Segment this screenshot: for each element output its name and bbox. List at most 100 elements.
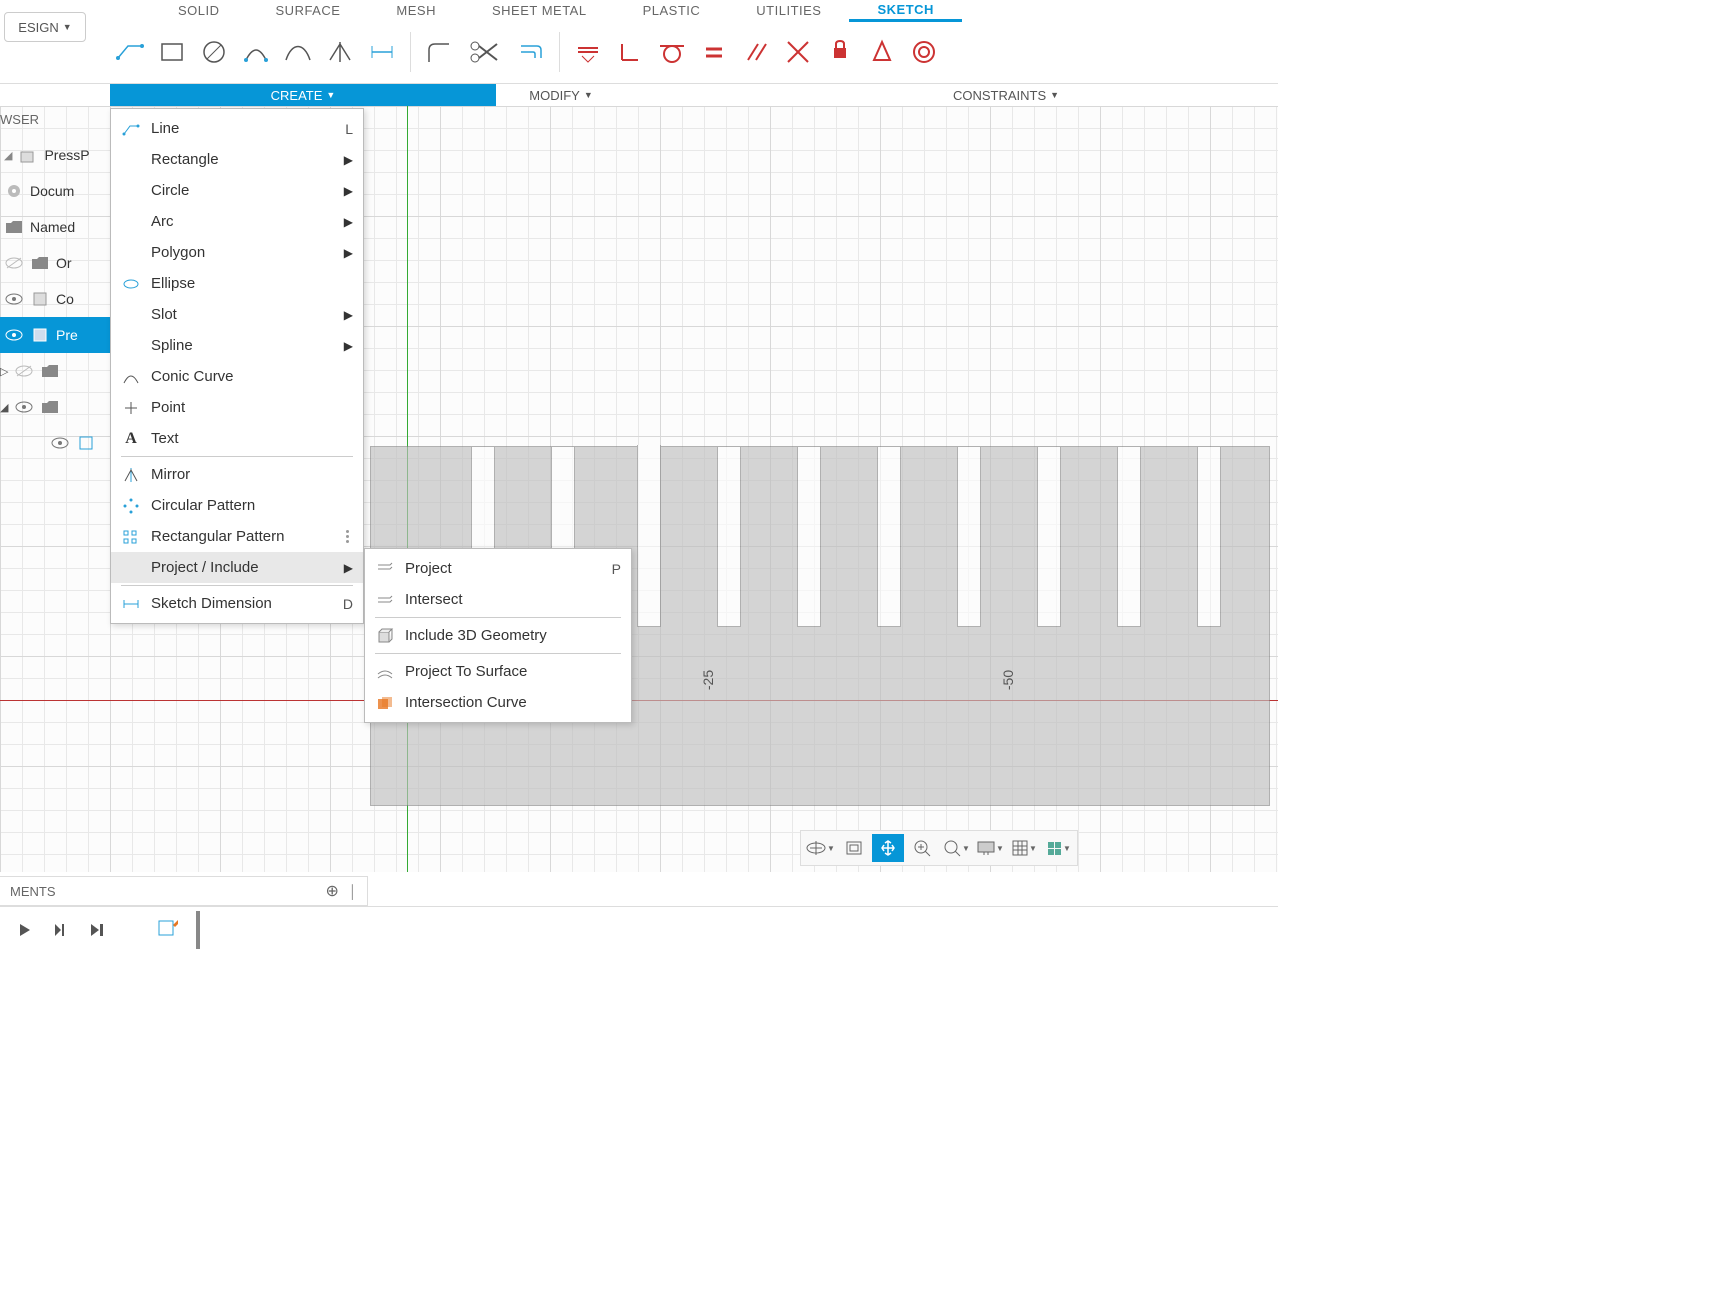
tab-sheetmetal[interactable]: SHEET METAL xyxy=(464,0,615,22)
symmetry-constraint-icon[interactable] xyxy=(862,32,902,72)
menu-line[interactable]: LineL xyxy=(111,113,363,144)
tab-solid[interactable]: SOLID xyxy=(150,0,248,22)
dimension-tool-icon[interactable] xyxy=(362,32,402,72)
modify-panel-button[interactable]: MODIFY▼ xyxy=(496,84,626,106)
browser-item[interactable]: ▷ xyxy=(0,353,120,389)
browser-item[interactable]: Docum xyxy=(0,173,120,209)
browser-item[interactable]: ◢ PressP xyxy=(0,137,120,173)
tab-plastic[interactable]: PLASTIC xyxy=(615,0,729,22)
menu-project-to-surface[interactable]: Project To Surface xyxy=(365,656,631,687)
eye-icon[interactable] xyxy=(14,397,34,417)
horizontal-constraint-icon[interactable] xyxy=(568,32,608,72)
trim-tool-icon[interactable] xyxy=(461,32,509,72)
viewcube-button[interactable]: ▼ xyxy=(1042,834,1074,862)
browser-item-selected[interactable]: Pre xyxy=(0,317,120,353)
menu-ellipse[interactable]: Ellipse xyxy=(111,268,363,299)
eye-icon[interactable] xyxy=(4,289,24,309)
spline-tool-icon[interactable] xyxy=(278,32,318,72)
menu-slot[interactable]: Slot▶ xyxy=(111,299,363,330)
browser-title: WSER xyxy=(0,106,120,137)
timeline-sketch-feature[interactable] xyxy=(156,919,178,941)
create-panel-button[interactable]: CREATE▼ xyxy=(110,84,496,106)
orbit-button[interactable]: ▼ xyxy=(804,834,836,862)
arc-tool-icon[interactable] xyxy=(236,32,276,72)
constraints-panel-button[interactable]: CONSTRAINTS▼ xyxy=(916,84,1096,106)
grid-button[interactable]: ▼ xyxy=(1008,834,1040,862)
comments-label: MENTS xyxy=(10,884,56,899)
eye-icon[interactable] xyxy=(50,433,70,453)
body-icon xyxy=(30,325,50,345)
comments-panel-header[interactable]: MENTS ⊕ │ xyxy=(0,876,368,906)
menu-polygon[interactable]: Polygon▶ xyxy=(111,237,363,268)
browser-item[interactable]: Co xyxy=(0,281,120,317)
browser-item-label: PressP xyxy=(44,147,89,163)
rectangle-tool-icon[interactable] xyxy=(152,32,192,72)
zoom-button[interactable]: ▼ xyxy=(940,834,972,862)
menu-text[interactable]: AText xyxy=(111,423,363,454)
fillet-tool-icon[interactable] xyxy=(419,32,459,72)
timeline-end-button[interactable] xyxy=(86,919,108,941)
timeline-marker[interactable] xyxy=(196,911,200,949)
menu-intersect[interactable]: Intersect xyxy=(365,584,631,615)
display-button[interactable]: ▼ xyxy=(974,834,1006,862)
menu-circle[interactable]: Circle▶ xyxy=(111,175,363,206)
menu-spline[interactable]: Spline▶ xyxy=(111,330,363,361)
more-options-icon[interactable] xyxy=(346,530,353,543)
submenu-arrow-icon: ▶ xyxy=(344,339,353,353)
eye-icon[interactable] xyxy=(4,325,24,345)
menu-arc[interactable]: Arc▶ xyxy=(111,206,363,237)
menu-project[interactable]: ProjectP xyxy=(365,553,631,584)
folder-icon xyxy=(30,253,50,273)
line-tool-icon[interactable] xyxy=(110,32,150,72)
perpendicular-constraint-icon[interactable] xyxy=(610,32,650,72)
submenu-arrow-icon: ▶ xyxy=(344,184,353,198)
tab-mesh[interactable]: MESH xyxy=(368,0,464,22)
menu-rectangle[interactable]: Rectangle▶ xyxy=(111,144,363,175)
design-workspace-button[interactable]: ESIGN ▼ xyxy=(4,12,86,42)
parallel-constraint-icon[interactable] xyxy=(736,32,776,72)
add-comment-icon[interactable]: ⊕ xyxy=(325,881,338,901)
browser-item-label: Co xyxy=(56,291,74,307)
menu-circular-pattern[interactable]: Circular Pattern xyxy=(111,490,363,521)
timeline-step-button[interactable] xyxy=(50,919,72,941)
menu-mirror[interactable]: Mirror xyxy=(111,459,363,490)
menu-conic[interactable]: Conic Curve xyxy=(111,361,363,392)
eye-hidden-icon[interactable] xyxy=(14,361,34,381)
axis-label-50: -50 xyxy=(1000,670,1016,690)
mirror-tool-icon[interactable] xyxy=(320,32,360,72)
intersect-icon xyxy=(375,590,395,610)
equal-constraint-icon[interactable] xyxy=(694,32,734,72)
browser-item[interactable] xyxy=(0,425,120,461)
axis-y xyxy=(407,106,408,872)
collapse-icon[interactable]: │ xyxy=(349,884,357,899)
menu-sketch-dimension[interactable]: Sketch DimensionD xyxy=(111,588,363,619)
concentric-constraint-icon[interactable] xyxy=(904,32,944,72)
pan-button[interactable] xyxy=(872,834,904,862)
circle-tool-icon[interactable] xyxy=(194,32,234,72)
menu-separator xyxy=(375,617,621,618)
menu-rectangular-pattern[interactable]: Rectangular Pattern xyxy=(111,521,363,552)
menu-project-include[interactable]: Project / Include▶ xyxy=(111,552,363,583)
tab-utilities[interactable]: UTILITIES xyxy=(728,0,849,22)
menu-include-3d[interactable]: Include 3D Geometry xyxy=(365,620,631,651)
create-dropdown-menu: LineL Rectangle▶ Circle▶ Arc▶ Polygon▶ E… xyxy=(110,108,364,624)
coincident-constraint-icon[interactable] xyxy=(778,32,818,72)
ribbon-tools xyxy=(90,22,1278,83)
browser-item[interactable]: ◢ xyxy=(0,389,120,425)
menu-separator xyxy=(121,456,353,457)
browser-item[interactable]: Named xyxy=(0,209,120,245)
timeline-bar xyxy=(0,906,1278,952)
fix-constraint-icon[interactable] xyxy=(820,32,860,72)
tangent-constraint-icon[interactable] xyxy=(652,32,692,72)
lookat-button[interactable] xyxy=(838,834,870,862)
timeline-play-button[interactable] xyxy=(14,919,36,941)
submenu-arrow-icon: ▶ xyxy=(344,246,353,260)
menu-intersection-curve[interactable]: Intersection Curve xyxy=(365,687,631,718)
browser-item[interactable]: Or xyxy=(0,245,120,281)
menu-point[interactable]: Point xyxy=(111,392,363,423)
tab-surface[interactable]: SURFACE xyxy=(248,0,369,22)
eye-hidden-icon[interactable] xyxy=(4,253,24,273)
offset-tool-icon[interactable] xyxy=(511,32,551,72)
tab-sketch[interactable]: SKETCH xyxy=(849,0,961,22)
zoom-fit-button[interactable] xyxy=(906,834,938,862)
